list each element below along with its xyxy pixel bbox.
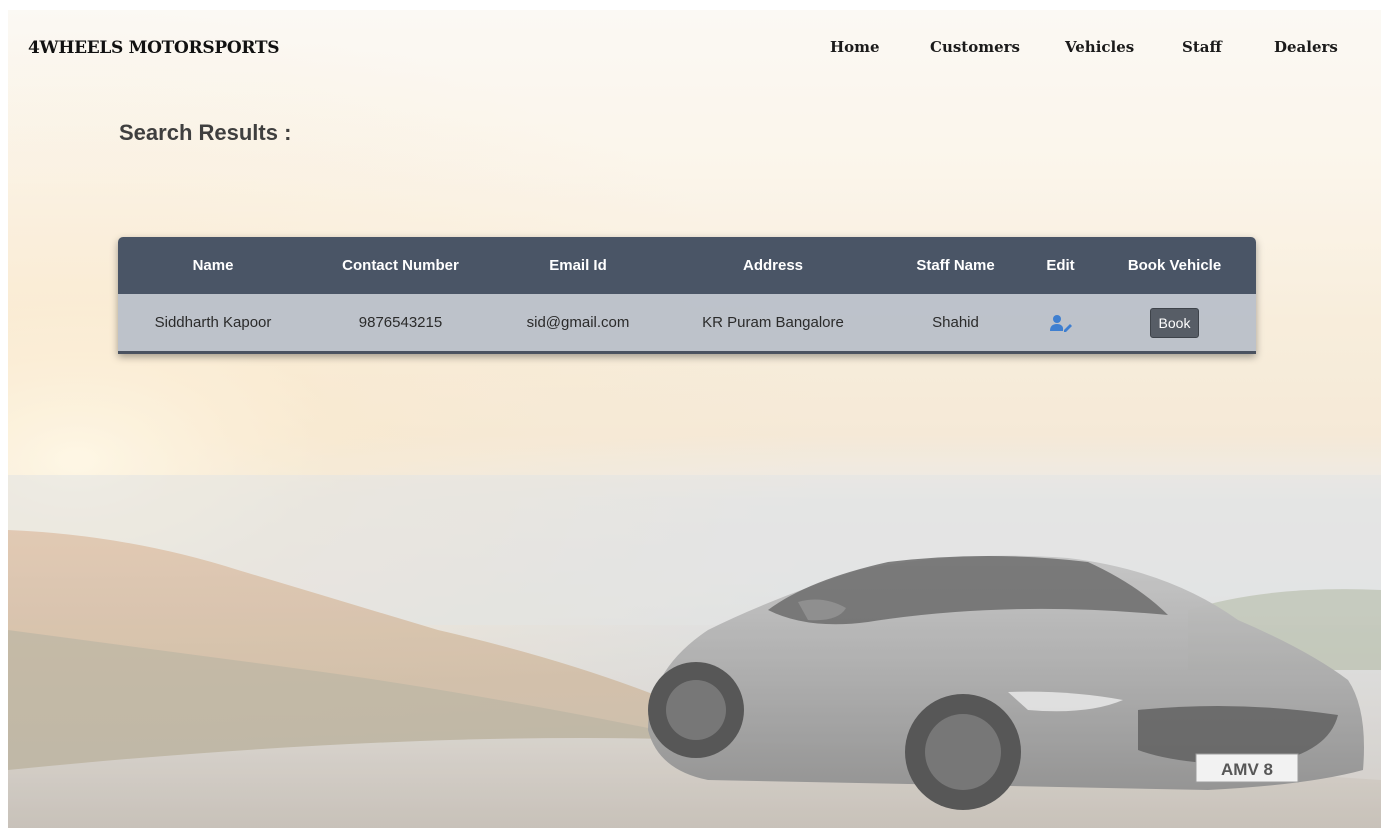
nav-home[interactable]: Home — [830, 38, 880, 56]
search-results-table: Name Contact Number Email Id Address Sta… — [118, 237, 1256, 354]
column-header-name: Name — [192, 257, 234, 274]
cell-staff: Shahid — [932, 314, 979, 331]
nav-staff[interactable]: Staff — [1182, 38, 1222, 56]
column-header-address: Address — [742, 257, 804, 274]
column-header-email: Email Id — [549, 257, 607, 274]
book-button[interactable]: Book — [1149, 307, 1200, 338]
cell-name: Siddharth Kapoor — [154, 314, 272, 331]
cell-book: Book — [1093, 294, 1256, 351]
cell-email: sid@gmail.com — [526, 314, 630, 331]
page-title: Search Results : — [119, 120, 292, 145]
nav-vehicles[interactable]: Vehicles — [1065, 38, 1134, 56]
table-row: Siddharth Kapoor 9876543215 sid@gmail.co… — [118, 294, 1256, 351]
nav-customers[interactable]: Customers — [930, 38, 1020, 56]
table-header-row: Name Contact Number Email Id Address Sta… — [118, 237, 1256, 294]
main-nav: Home Customers Vehicles Staff Dealers — [0, 38, 1389, 60]
cell-address: KR Puram Bangalore — [702, 314, 844, 331]
column-header-book: Book Vehicle — [1127, 257, 1222, 274]
column-header-staff: Staff Name — [916, 257, 995, 274]
cell-edit — [1028, 294, 1093, 351]
column-header-edit: Edit — [1046, 257, 1075, 274]
cell-contact: 9876543215 — [358, 314, 443, 331]
column-header-contact: Contact Number — [342, 257, 459, 274]
user-edit-icon[interactable] — [1049, 314, 1072, 332]
nav-dealers[interactable]: Dealers — [1274, 38, 1338, 56]
